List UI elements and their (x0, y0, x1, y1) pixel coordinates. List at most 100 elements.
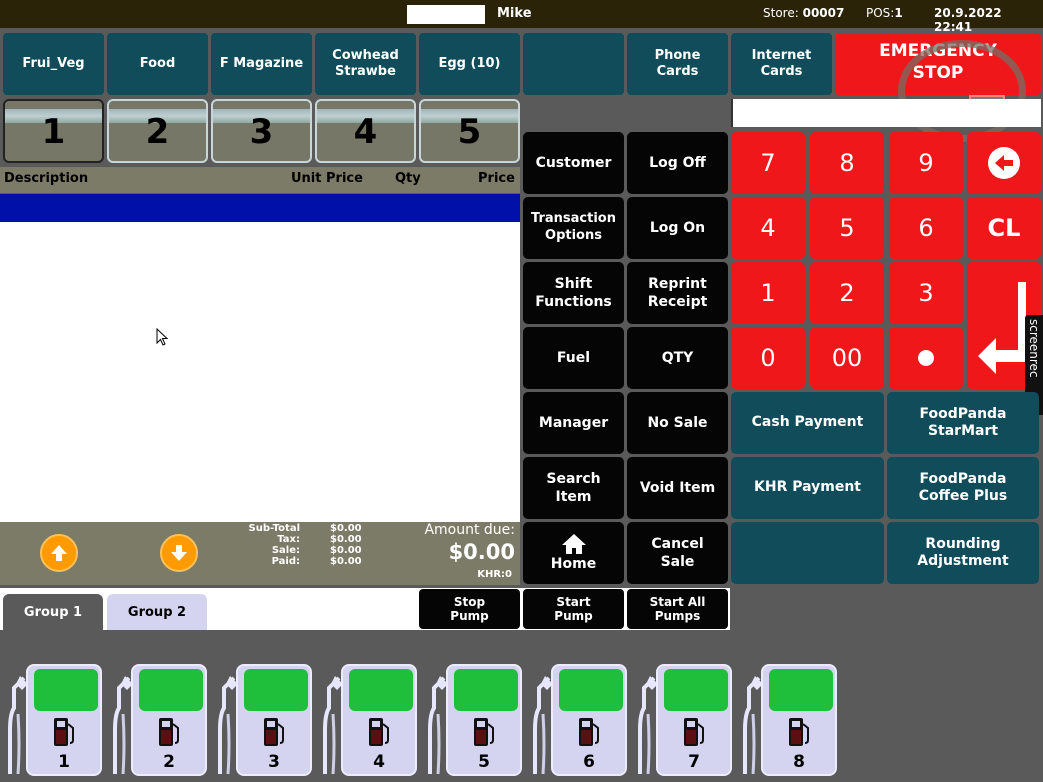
fuel-pump-icon (474, 718, 494, 746)
paid-value: $0.00 (330, 556, 362, 567)
shift-functions-button[interactable]: Shift Functions (523, 262, 624, 324)
amount-due-label: Amount due: (424, 522, 515, 538)
key-1[interactable]: 1 (731, 262, 805, 324)
fuel-button[interactable]: Fuel (523, 327, 624, 389)
fuel-pump-3[interactable]: 3 (216, 664, 312, 776)
unit-price-header: Unit Price (291, 171, 363, 186)
category-food-button[interactable]: Food (107, 33, 208, 95)
key-9[interactable]: 9 (889, 132, 963, 194)
paid-label: Paid: (271, 556, 300, 567)
pump-display (559, 669, 623, 711)
pump-number: 1 (58, 752, 70, 772)
key-8[interactable]: 8 (810, 132, 884, 194)
cash-payment-button[interactable]: Cash Payment (731, 392, 884, 454)
item-list[interactable] (0, 222, 520, 522)
pump-display (244, 669, 308, 711)
search-item-button[interactable]: Search Item (523, 457, 624, 519)
start-all-pumps-button[interactable]: Start All Pumps (627, 589, 728, 629)
fuel-pump-icon (54, 718, 74, 746)
transaction-tab-4[interactable]: 4 (315, 99, 416, 163)
transaction-tab-2[interactable]: 2 (107, 99, 208, 163)
fuel-pump-8[interactable]: 8 (741, 664, 837, 776)
fuel-pump-2[interactable]: 2 (111, 664, 207, 776)
log-on-button[interactable]: Log On (627, 197, 728, 259)
home-button[interactable]: Home (523, 522, 624, 584)
foodpanda-coffee-button[interactable]: FoodPanda Coffee Plus (887, 457, 1039, 519)
key-6[interactable]: 6 (889, 197, 963, 259)
key-3[interactable]: 3 (889, 262, 963, 324)
backspace-button[interactable] (967, 132, 1041, 194)
start-pump-button[interactable]: Start Pump (523, 589, 624, 629)
category-phone-cards-button[interactable]: Phone Cards (627, 33, 728, 95)
key-4[interactable]: 4 (731, 197, 805, 259)
category-empty-button[interactable] (523, 33, 624, 95)
category-internet-cards-button[interactable]: Internet Cards (731, 33, 832, 95)
customer-button[interactable]: Customer (523, 132, 624, 194)
tab-number: 4 (353, 112, 378, 152)
fuel-pump-6[interactable]: 6 (531, 664, 627, 776)
pump-display (34, 669, 98, 711)
log-off-button[interactable]: Log Off (627, 132, 728, 194)
category-frui-veg-button[interactable]: Frui_Veg (3, 33, 104, 95)
fuel-pump-4[interactable]: 4 (321, 664, 417, 776)
store-label: Store: (763, 6, 799, 20)
manager-button[interactable]: Manager (523, 392, 624, 454)
pump-number: 3 (268, 752, 280, 772)
pump-display (349, 669, 413, 711)
category-egg-button[interactable]: Egg (10) (419, 33, 520, 95)
void-item-button[interactable]: Void Item (627, 457, 728, 519)
transaction-tab-3[interactable]: 3 (211, 99, 312, 163)
scroll-up-button[interactable] (40, 534, 78, 572)
fuel-pump-5[interactable]: 5 (426, 664, 522, 776)
pump-number: 7 (688, 752, 700, 772)
khr-payment-button[interactable]: KHR Payment (731, 457, 884, 519)
key-2[interactable]: 2 (810, 262, 884, 324)
pos-label: POS: (866, 6, 895, 20)
foodpanda-starmart-button[interactable]: FoodPanda StarMart (887, 392, 1039, 454)
subtotal-label: Sub-Total (248, 523, 300, 534)
key-0[interactable]: 0 (731, 327, 805, 389)
fuel-pump-1[interactable]: 1 (6, 664, 102, 776)
empty-payment-button[interactable] (731, 522, 884, 584)
khr-amount: KHR:0 (477, 569, 512, 580)
key-5[interactable]: 5 (810, 197, 884, 259)
watermark-text: screenrec (1027, 319, 1041, 378)
sale-label: Sale: (271, 545, 300, 556)
no-sale-button[interactable]: No Sale (627, 392, 728, 454)
stop-pump-button[interactable]: Stop Pump (419, 589, 520, 629)
pump-display (139, 669, 203, 711)
tax-value: $0.00 (330, 534, 362, 545)
entry-input[interactable] (731, 99, 1041, 127)
subtotal-value: $0.00 (330, 523, 362, 534)
price-header: Price (478, 171, 515, 186)
pump-number: 4 (373, 752, 385, 772)
group-2-tab[interactable]: Group 2 (107, 594, 207, 630)
rounding-adjustment-button[interactable]: Rounding Adjustment (887, 522, 1039, 584)
cancel-sale-button[interactable]: Cancel Sale (627, 522, 728, 584)
key-decimal[interactable] (889, 327, 963, 389)
clear-button[interactable]: CL (967, 197, 1041, 259)
username-box (407, 5, 485, 24)
store-value: 00007 (802, 6, 845, 20)
key-00[interactable]: 00 (810, 327, 884, 389)
qty-button[interactable]: QTY (627, 327, 728, 389)
home-label: Home (550, 555, 597, 572)
group-1-tab[interactable]: Group 1 (3, 594, 103, 630)
category-cowhead-button[interactable]: Cowhead Strawbe (315, 33, 416, 95)
tab-number: 3 (249, 112, 274, 152)
transaction-tab-1[interactable]: 1 (3, 99, 104, 163)
emergency-stop-button[interactable]: EMERGENCY STOP (835, 33, 1041, 95)
sale-value: $0.00 (330, 545, 362, 556)
pump-display (769, 669, 833, 711)
selected-item-row[interactable] (0, 194, 520, 222)
tax-label: Tax: (277, 534, 300, 545)
reprint-receipt-button[interactable]: Reprint Receipt (627, 262, 728, 324)
pump-number: 5 (478, 752, 490, 772)
user-name: Mike (497, 6, 532, 21)
category-f-magazine-button[interactable]: F Magazine (211, 33, 312, 95)
transaction-tab-5[interactable]: 5 (419, 99, 520, 163)
fuel-pump-7[interactable]: 7 (636, 664, 732, 776)
transaction-options-button[interactable]: Transaction Options (523, 197, 624, 259)
key-7[interactable]: 7 (731, 132, 805, 194)
scroll-down-button[interactable] (160, 534, 198, 572)
